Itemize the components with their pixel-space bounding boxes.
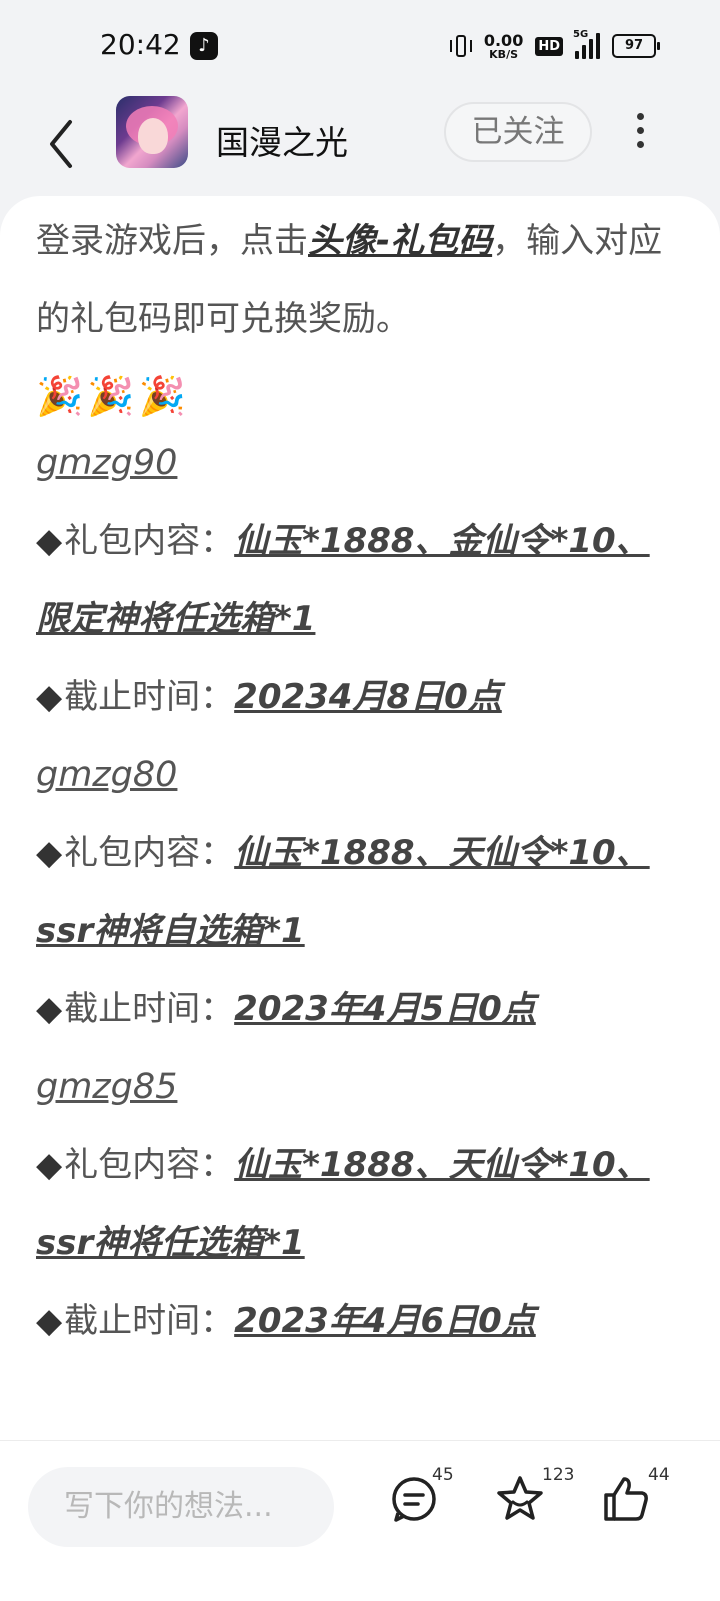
star-icon — [497, 1476, 543, 1520]
gift-code[interactable]: gmzg85 — [36, 1048, 676, 1126]
post-header: 国漫之光 已关注 — [0, 96, 720, 196]
status-bar: 20:42 ♪ 0.00 KB/S HD 5G 97 — [0, 0, 720, 96]
party-emojis: 🎉🎉🎉 — [36, 374, 190, 418]
gift-content: 礼包内容：仙玉*1888、天仙令*10、ssr神将自选箱*1 — [36, 814, 676, 970]
following-button[interactable]: 已关注 — [444, 102, 592, 162]
net-speed-value: 0.00 — [483, 30, 524, 50]
vibrate-icon — [449, 31, 472, 61]
gift-deadline-link[interactable]: 2023年4月5日0点 — [234, 989, 536, 1029]
gift-deadline-link[interactable]: 20234月8日0点 — [234, 677, 502, 717]
hd-icon: HD — [535, 36, 563, 56]
gift-code[interactable]: gmzg90 — [36, 424, 676, 502]
favorite-button[interactable]: 123 — [494, 1465, 574, 1533]
gift-deadline: 截止时间：20234月8日0点 — [36, 658, 676, 736]
post-content: 登录游戏后，点击头像-礼包码，输入对应的礼包码即可兑换奖励。 🎉🎉🎉 gmzg9… — [0, 196, 720, 1440]
thumbs-up-icon — [604, 1477, 648, 1521]
gift-code[interactable]: gmzg80 — [36, 736, 676, 814]
channel-name[interactable]: 国漫之光 — [216, 116, 348, 164]
network-type: 5G — [573, 29, 589, 40]
like-button[interactable]: 44 — [600, 1465, 670, 1533]
gift-content: 礼包内容：仙玉*1888、天仙令*10、ssr神将任选箱*1 — [36, 1126, 676, 1282]
comment-button[interactable]: 45 — [388, 1465, 454, 1533]
net-speed-unit: KB/S — [489, 47, 519, 61]
gift-deadline: 截止时间：2023年4月5日0点 — [36, 970, 676, 1048]
signal-icon: 5G — [573, 29, 600, 59]
battery-icon: 97 — [612, 34, 660, 58]
status-icons: 0.00 KB/S HD 5G 97 — [449, 26, 660, 66]
gift-deadline: 截止时间：2023年4月6日0点 — [36, 1282, 676, 1360]
back-icon[interactable] — [42, 114, 82, 174]
status-time: 20:42 — [100, 28, 181, 61]
favorite-count: 123 — [542, 1465, 575, 1485]
comment-count: 45 — [432, 1465, 454, 1485]
more-options-icon[interactable] — [626, 106, 654, 162]
gift-deadline-link[interactable]: 2023年4月6日0点 — [234, 1301, 536, 1341]
gift-content: 礼包内容：仙玉*1888、金仙令*10、限定神将任选箱*1 — [36, 502, 676, 658]
comment-input[interactable]: 写下你的想法... — [28, 1467, 334, 1547]
net-speed: 0.00 KB/S — [483, 30, 524, 61]
intro-text: 登录游戏后，点击头像-礼包码，输入对应的礼包码即可兑换奖励。 — [36, 221, 663, 339]
like-count: 44 — [648, 1465, 670, 1485]
channel-avatar[interactable] — [116, 96, 188, 168]
article-body: 登录游戏后，点击头像-礼包码，输入对应的礼包码即可兑换奖励。 🎉🎉🎉 gmzg9… — [36, 196, 676, 1360]
avatar-giftcode-link[interactable]: 头像-礼包码 — [308, 221, 492, 261]
tiktok-notification-icon: ♪ — [190, 32, 218, 60]
bottom-action-bar: 写下你的想法... 45 123 44 — [0, 1440, 720, 1601]
